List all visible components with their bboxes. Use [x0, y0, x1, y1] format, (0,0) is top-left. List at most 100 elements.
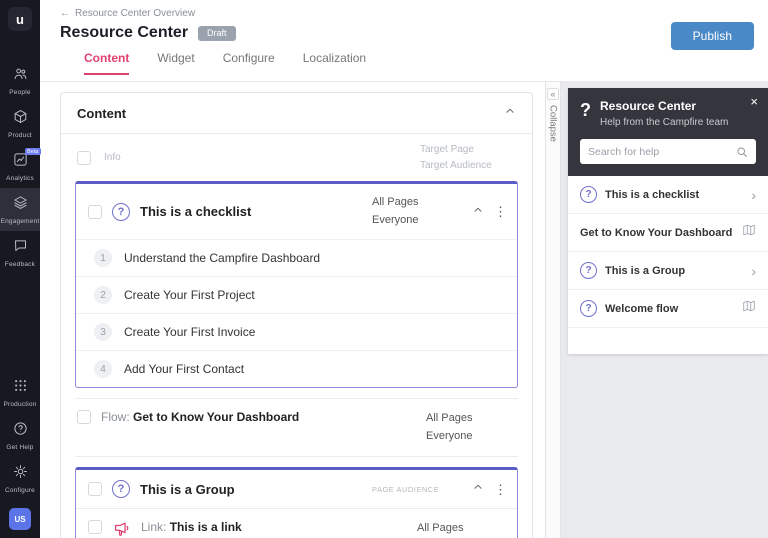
widget-item-flow[interactable]: Get to Know Your Dashboard — [568, 214, 768, 252]
sidebar-item-label: Analytics — [6, 175, 34, 182]
widget-title: Resource Center — [600, 99, 728, 113]
tab-content[interactable]: Content — [84, 51, 129, 75]
analytics-icon — [13, 152, 28, 172]
collapse-label: Collapse — [548, 105, 559, 142]
step-label: Add Your First Contact — [124, 362, 244, 376]
widget-item-group[interactable]: ? This is a Group › — [568, 252, 768, 290]
app-window: u People Product Beta Analytics — [0, 0, 768, 538]
row-checkbox[interactable] — [88, 205, 102, 219]
widget-preview-area: × ? Resource Center Help from the Campfi… — [561, 82, 768, 538]
content-type-label: Link: — [141, 520, 166, 534]
sidebar-item-production[interactable]: Production — [0, 371, 40, 414]
tab-localization[interactable]: Localization — [303, 51, 366, 75]
sidebar-item-product[interactable]: Product — [0, 102, 40, 145]
checklist-block: ? This is a checklist All Pages Everyone… — [75, 181, 518, 388]
step-number: 4 — [94, 360, 112, 378]
tab-widget[interactable]: Widget — [157, 51, 194, 75]
widget-item-flow[interactable]: ? Welcome flow — [568, 290, 768, 328]
people-icon — [13, 66, 28, 86]
row-checkbox[interactable] — [77, 410, 91, 424]
select-all-checkbox[interactable] — [77, 151, 91, 165]
page-header: ← Resource Center Overview Resource Cent… — [40, 0, 768, 82]
gear-icon — [13, 464, 28, 484]
target-audience-value: Everyone — [426, 428, 516, 446]
beta-badge: Beta — [25, 148, 40, 155]
column-target-audience: Target Audience — [420, 158, 516, 174]
sidebar-item-label: Configure — [5, 487, 35, 494]
kebab-menu-icon[interactable]: ⋮ — [494, 483, 507, 496]
step-number: 1 — [94, 249, 112, 267]
chevron-right-icon: › — [751, 264, 756, 278]
left-sidebar: u People Product Beta Analytics — [0, 0, 40, 538]
row-checkbox[interactable] — [88, 520, 102, 534]
sidebar-item-analytics[interactable]: Beta Analytics — [0, 145, 40, 188]
close-icon[interactable]: × — [750, 95, 758, 108]
question-icon: ? — [112, 480, 130, 498]
content-row-link[interactable]: Link: This is a link The only framework … — [76, 508, 517, 538]
publish-button[interactable]: Publish — [671, 22, 754, 50]
step-number: 3 — [94, 323, 112, 341]
checklist-step[interactable]: 2 Create Your First Project — [76, 276, 517, 313]
checklist-step[interactable]: 3 Create Your First Invoice — [76, 313, 517, 350]
megaphone-icon — [112, 520, 131, 538]
target-page-value: All Pages — [417, 520, 507, 538]
target-audience-value: Everyone — [372, 212, 462, 230]
userpilot-logo[interactable]: u — [8, 7, 32, 31]
sidebar-item-get-help[interactable]: Get Help — [0, 414, 40, 457]
group-columns-label: PAGE AUDIENCE — [372, 485, 462, 494]
sidebar-item-engagement[interactable]: Engagement — [0, 188, 40, 231]
question-icon: ? — [580, 186, 597, 203]
resource-center-widget: × ? Resource Center Help from the Campfi… — [568, 88, 768, 354]
main-column: ← Resource Center Overview Resource Cent… — [40, 0, 768, 538]
checklist-step[interactable]: 4 Add Your First Contact — [76, 350, 517, 387]
chevron-up-icon[interactable] — [472, 480, 484, 498]
breadcrumb-label: Resource Center Overview — [75, 8, 195, 19]
widget-item-checklist[interactable]: ? This is a checklist › — [568, 176, 768, 214]
breadcrumb[interactable]: ← Resource Center Overview — [60, 8, 768, 19]
sidebar-item-people[interactable]: People — [0, 59, 40, 102]
table-header-row: Info Target Page Target Audience — [61, 134, 532, 179]
content-panel: Content Info Target Page Target Audience — [60, 92, 533, 538]
tab-bar: Content Widget Configure Localization — [84, 51, 768, 75]
sidebar-item-label: Engagement — [1, 218, 40, 225]
back-arrow-icon: ← — [60, 8, 70, 19]
group-header[interactable]: ? This is a Group PAGE AUDIENCE ⋮ — [76, 470, 517, 508]
collapse-sidebar-toggle[interactable]: « Collapse — [545, 82, 561, 538]
sidebar-item-label: Feedback — [5, 261, 35, 268]
map-icon — [742, 223, 756, 242]
sidebar-item-label: Production — [3, 401, 36, 408]
sidebar-item-label: People — [9, 89, 30, 96]
widget-header: × ? Resource Center Help from the Campfi… — [568, 88, 768, 176]
widget-subtitle: Help from the Campfire team — [600, 117, 728, 128]
content-row-flow[interactable]: Flow: Get to Know Your Dashboard All Pag… — [75, 398, 518, 457]
map-icon — [742, 299, 756, 318]
checklist-step[interactable]: 1 Understand the Campfire Dashboard — [76, 239, 517, 276]
engagement-icon — [13, 195, 28, 215]
row-checkbox[interactable] — [88, 482, 102, 496]
sidebar-item-configure[interactable]: Configure — [0, 457, 40, 500]
link-title: This is a link — [170, 520, 242, 534]
question-icon: ? — [580, 262, 597, 279]
sidebar-item-feedback[interactable]: Feedback — [0, 231, 40, 274]
panel-title: Content — [77, 106, 126, 121]
feedback-icon — [13, 238, 28, 258]
tab-configure[interactable]: Configure — [223, 51, 275, 75]
kebab-menu-icon[interactable]: ⋮ — [494, 205, 507, 218]
checklist-header[interactable]: ? This is a checklist All Pages Everyone… — [76, 184, 517, 239]
widget-item-list: ? This is a checklist › Get to Know Your… — [568, 176, 768, 354]
checklist-title: This is a checklist — [140, 204, 362, 219]
page-title: Resource Center — [60, 24, 188, 42]
chevron-right-icon: › — [751, 188, 756, 202]
chevron-up-icon[interactable] — [504, 104, 516, 122]
chevron-up-icon[interactable] — [472, 203, 484, 221]
step-label: Understand the Campfire Dashboard — [124, 251, 320, 265]
column-info: Info — [104, 152, 121, 163]
user-avatar[interactable]: US — [9, 508, 31, 530]
question-icon: ? — [112, 203, 130, 221]
help-icon — [13, 421, 28, 441]
step-number: 2 — [94, 286, 112, 304]
target-page-value: All Pages — [372, 194, 462, 212]
grid-icon — [13, 378, 28, 398]
search-input[interactable] — [588, 146, 736, 158]
step-label: Create Your First Invoice — [124, 325, 255, 339]
